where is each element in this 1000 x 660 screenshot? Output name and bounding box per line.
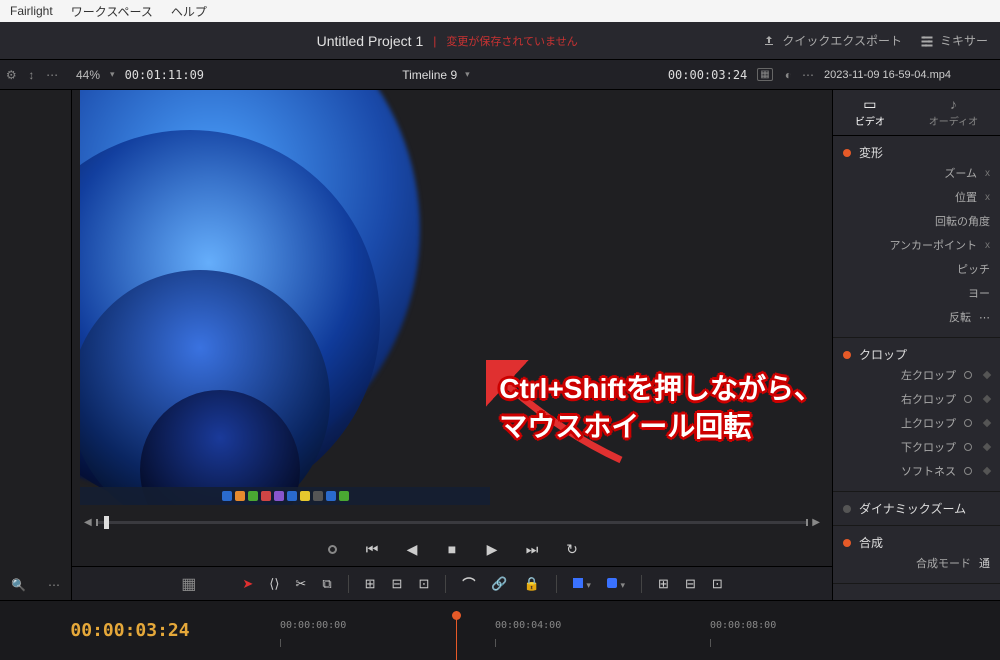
section-transform: 変形 ズームx 位置x 回転の角度 アンカーポイントx ピッチ ヨー 反転⋯ [833, 136, 1000, 338]
enable-dot[interactable] [843, 351, 851, 359]
play-reverse-button[interactable]: ◀ [403, 541, 421, 558]
unsaved-notice: 変更が保存されていません [446, 33, 577, 49]
prev-button[interactable]: ⏮ [363, 541, 381, 558]
chevron-down-icon[interactable]: ▾ [110, 69, 115, 80]
link-icon[interactable]: 🔗 [491, 576, 507, 592]
left-gutter: 🔍 ⋯ [0, 90, 72, 600]
mixer-button[interactable]: ミキサー [920, 32, 988, 49]
viewer-pane: Ctrl+Shiftを押しながら、 マウスホイール回転 ◀ ▶ ⏮ ◀ ■ ▶ … [72, 90, 832, 600]
viewer[interactable]: Ctrl+Shiftを押しながら、 マウスホイール回転 [72, 90, 832, 512]
insert-icon[interactable]: ⊞ [365, 576, 376, 592]
sort-icon[interactable]: ↕ [28, 68, 34, 82]
tc-format-icon[interactable]: ▦ [757, 68, 772, 81]
section-header[interactable]: クロップ [843, 346, 990, 363]
viewer-frame [80, 90, 490, 505]
tool-icon[interactable]: ⊡ [712, 576, 723, 592]
marker-blue[interactable]: ▾ [607, 576, 625, 591]
timeline-ruler[interactable]: 00:00:00:00 00:00:04:00 00:00:08:00 [260, 601, 1000, 660]
search-icon[interactable]: 🔍 [11, 578, 26, 592]
more-icon[interactable]: ⋯ [802, 68, 814, 82]
tool-icon[interactable]: ⊟ [685, 576, 696, 592]
trim-tool[interactable]: ⟨⟩ [269, 576, 279, 592]
bypass-icon[interactable]: ◐ [785, 68, 792, 82]
project-title: Untitled Project 1 [317, 33, 424, 49]
workspace: 🔍 ⋯ [0, 90, 1000, 600]
overwrite-icon[interactable]: ⊟ [392, 576, 403, 592]
quick-export-button[interactable]: クイックエクスポート [762, 32, 902, 49]
playhead[interactable] [456, 611, 457, 660]
loop-button[interactable]: ↻ [563, 541, 581, 558]
more-icon[interactable]: ⋯ [979, 311, 990, 324]
section-header[interactable]: 変形 [843, 144, 990, 161]
header-bar: Untitled Project 1 | 変更が保存されていません クイックエク… [0, 22, 1000, 60]
video-icon: ▭ [863, 97, 877, 111]
next-button[interactable]: ⏭ [523, 541, 541, 558]
play-button[interactable]: ▶ [483, 541, 501, 558]
inspector-panel: ▭ ビデオ ♪ オーディオ 変形 ズームx 位置x 回転の角度 アンカーポイント… [832, 90, 1000, 600]
tab-video[interactable]: ▭ ビデオ [855, 97, 885, 128]
source-timecode: 00:01:11:09 [125, 68, 204, 82]
settings-icon[interactable]: ⚙ [6, 68, 17, 82]
timeline-name-dropdown[interactable]: Timeline 9 ▾ [402, 68, 469, 82]
flag-blue[interactable]: ▾ [573, 576, 591, 591]
replace-icon[interactable]: ⊡ [418, 576, 429, 592]
section-dynamic-zoom: ダイナミックズーム [833, 492, 1000, 526]
record-timecode: 00:00:03:24 [668, 68, 747, 82]
tool-icon[interactable]: ⊞ [658, 576, 669, 592]
menu-item[interactable]: ワークスペース [71, 3, 153, 20]
zoom-level[interactable]: 44% [76, 68, 100, 82]
pointer-tool[interactable]: ➤ [242, 576, 253, 592]
mark-out-icon: ▶ [812, 517, 820, 528]
more-icon[interactable]: ⋯ [46, 68, 58, 82]
menu-item[interactable]: Fairlight [10, 4, 53, 18]
timeline-area: 00:00:03:24 00:00:00:00 00:00:04:00 00:0… [0, 600, 1000, 660]
viewer-info-bar: ⚙ ↕ ⋯ 44% ▾ 00:01:11:09 Timeline 9 ▾ 00:… [0, 60, 1000, 90]
enable-dot[interactable] [843, 539, 851, 547]
menu-item[interactable]: ヘルプ [171, 3, 207, 20]
tab-audio[interactable]: ♪ オーディオ [929, 97, 978, 128]
enable-dot[interactable] [843, 505, 851, 513]
section-header[interactable]: 合成 [843, 534, 990, 551]
enable-dot[interactable] [843, 149, 851, 157]
stop-button[interactable]: ■ [443, 541, 461, 557]
clip-filename: 2023-11-09 16-59-04.mp4 [824, 69, 992, 81]
transport-controls: ⏮ ◀ ■ ▶ ⏭ ↻ [72, 532, 832, 566]
section-header[interactable]: ダイナミックズーム [843, 500, 990, 517]
mark-in-icon: ◀ [84, 517, 92, 528]
audio-icon: ♪ [946, 97, 960, 111]
annotation-text: Ctrl+Shiftを押しながら、 マウスホイール回転 [499, 370, 822, 446]
mixer-icon [920, 34, 934, 48]
razor-tool[interactable]: ⧉ [322, 576, 331, 592]
timeline-current-timecode[interactable]: 00:00:03:24 [70, 620, 189, 641]
section-composite: 合成 合成モード通 [833, 526, 1000, 584]
record-button[interactable] [323, 541, 341, 557]
chevron-down-icon: ▾ [465, 69, 470, 80]
viewer-scrubber[interactable]: ◀ ▶ [72, 512, 832, 532]
taskbar-preview [80, 487, 490, 505]
more-icon[interactable]: ⋯ [48, 578, 60, 592]
section-crop: クロップ 左クロップ 右クロップ 上クロップ 下クロップ ソフトネス [833, 338, 1000, 492]
blade-tool[interactable]: ✂ [295, 576, 306, 592]
export-icon [762, 34, 776, 48]
timeline-toolbar: ▦ ➤ ⟨⟩ ✂ ⧉ ⊞ ⊟ ⊡ ⌒ 🔗 🔒 ▾ ▾ ⊞ ⊟ ⊡ [72, 566, 832, 600]
lock-icon[interactable]: 🔒 [524, 576, 540, 592]
layout-icon[interactable]: ▦ [181, 574, 196, 594]
os-menu-bar: Fairlight ワークスペース ヘルプ [0, 0, 1000, 22]
magnet-icon[interactable]: ⌒ [462, 574, 475, 593]
